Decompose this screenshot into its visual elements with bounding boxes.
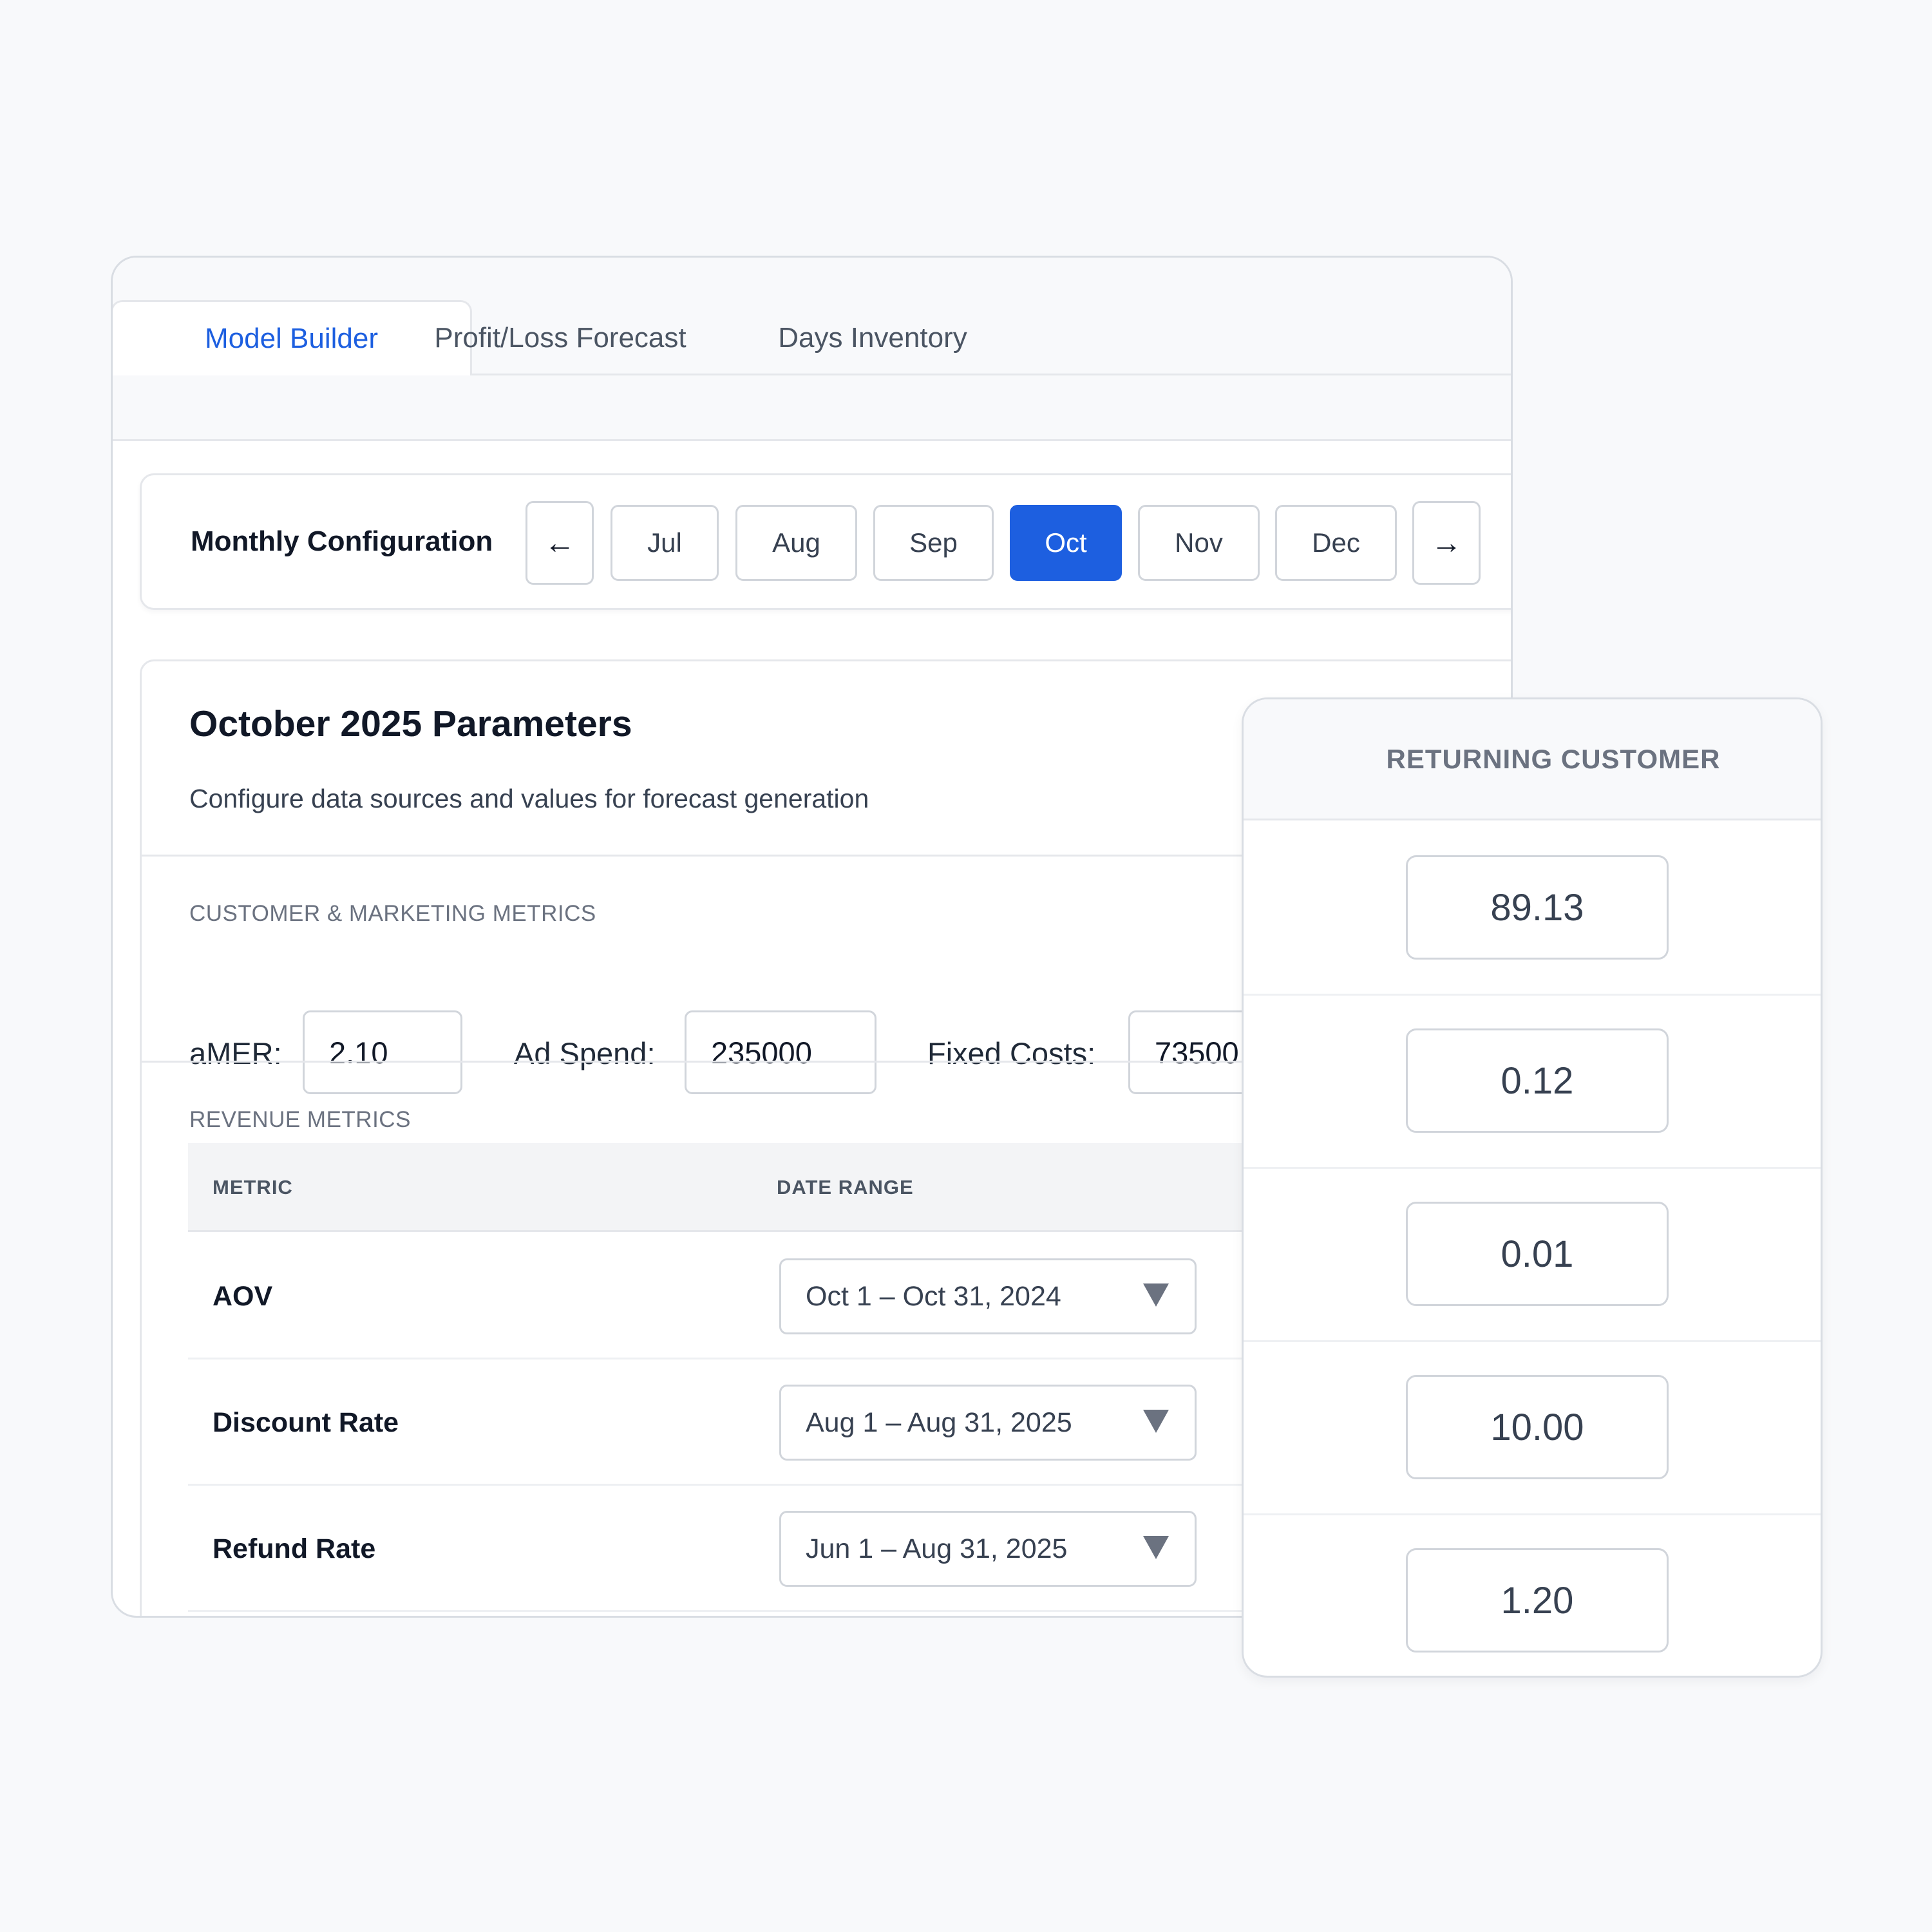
date-range-value: Jun 1 – Aug 31, 2025 — [806, 1533, 1068, 1564]
date-range-select[interactable]: Aug 1 – Aug 31, 2025 — [779, 1385, 1197, 1461]
returning-customer-value-input[interactable] — [1406, 1202, 1669, 1306]
month-button-nov[interactable]: Nov — [1138, 505, 1260, 581]
month-button-sep[interactable]: Sep — [873, 505, 994, 581]
monthly-configuration-title: Monthly Configuration — [191, 526, 493, 557]
previous-month-button[interactable]: ← — [526, 501, 594, 585]
date-range-select[interactable]: Oct 1 – Oct 31, 2024 — [779, 1258, 1197, 1334]
tab-days-inventory[interactable]: Days Inventory — [741, 300, 1005, 375]
arrow-left-icon: ← — [544, 526, 575, 560]
caret-down-icon — [1143, 1536, 1169, 1559]
caret-down-icon — [1143, 1410, 1169, 1433]
returning-customer-row — [1244, 822, 1821, 996]
date-range-value: Oct 1 – Oct 31, 2024 — [806, 1280, 1061, 1312]
amer-input[interactable] — [303, 1010, 462, 1094]
parameters-subtitle: Configure data sources and values for fo… — [189, 784, 869, 813]
tab-profit-loss-forecast[interactable]: Profit/Loss Forecast — [415, 300, 705, 375]
toolbar-strip — [113, 375, 1511, 441]
returning-customer-value-input[interactable] — [1406, 855, 1669, 960]
ad-spend-label: Ad Spend: — [514, 1036, 656, 1070]
column-header-metric: METRIC — [213, 1176, 293, 1198]
returning-customer-value-input[interactable] — [1406, 1548, 1669, 1653]
revenue-section-label: REVENUE METRICS — [189, 1107, 411, 1132]
customer-marketing-section-label: CUSTOMER & MARKETING METRICS — [189, 901, 596, 926]
next-month-button[interactable]: → — [1412, 501, 1481, 585]
returning-customer-value-input[interactable] — [1406, 1375, 1669, 1479]
returning-customer-header: RETURNING CUSTOMER — [1244, 699, 1821, 820]
returning-customer-row — [1244, 1169, 1821, 1342]
caret-down-icon — [1143, 1283, 1169, 1307]
returning-customer-value-input[interactable] — [1406, 1028, 1669, 1133]
ad-spend-input[interactable] — [685, 1010, 876, 1094]
date-range-value: Aug 1 – Aug 31, 2025 — [806, 1406, 1072, 1438]
tab-bar: Model Builder Profit/Loss Forecast Days … — [113, 258, 1511, 377]
returning-customer-row — [1244, 996, 1821, 1169]
returning-customer-panel: RETURNING CUSTOMER — [1242, 697, 1823, 1678]
returning-customer-row — [1244, 1342, 1821, 1515]
column-header-date-range: DATE RANGE — [777, 1176, 914, 1198]
amer-label: aMER: — [189, 1036, 282, 1070]
metric-name: AOV — [213, 1281, 273, 1312]
date-range-select[interactable]: Jun 1 – Aug 31, 2025 — [779, 1511, 1197, 1587]
arrow-right-icon: → — [1431, 526, 1462, 560]
fixed-costs-label: Fixed Costs: — [927, 1036, 1096, 1070]
month-button-aug[interactable]: Aug — [735, 505, 857, 581]
monthly-configuration-bar: Monthly Configuration ← Jul Aug Sep Oct … — [140, 473, 1511, 610]
metric-name: Refund Rate — [213, 1533, 376, 1564]
returning-customer-row — [1244, 1515, 1821, 1676]
month-button-dec[interactable]: Dec — [1275, 505, 1397, 581]
metric-name: Discount Rate — [213, 1407, 399, 1438]
parameters-title: October 2025 Parameters — [189, 703, 632, 744]
month-button-oct[interactable]: Oct — [1010, 505, 1122, 581]
month-button-jul[interactable]: Jul — [611, 505, 719, 581]
